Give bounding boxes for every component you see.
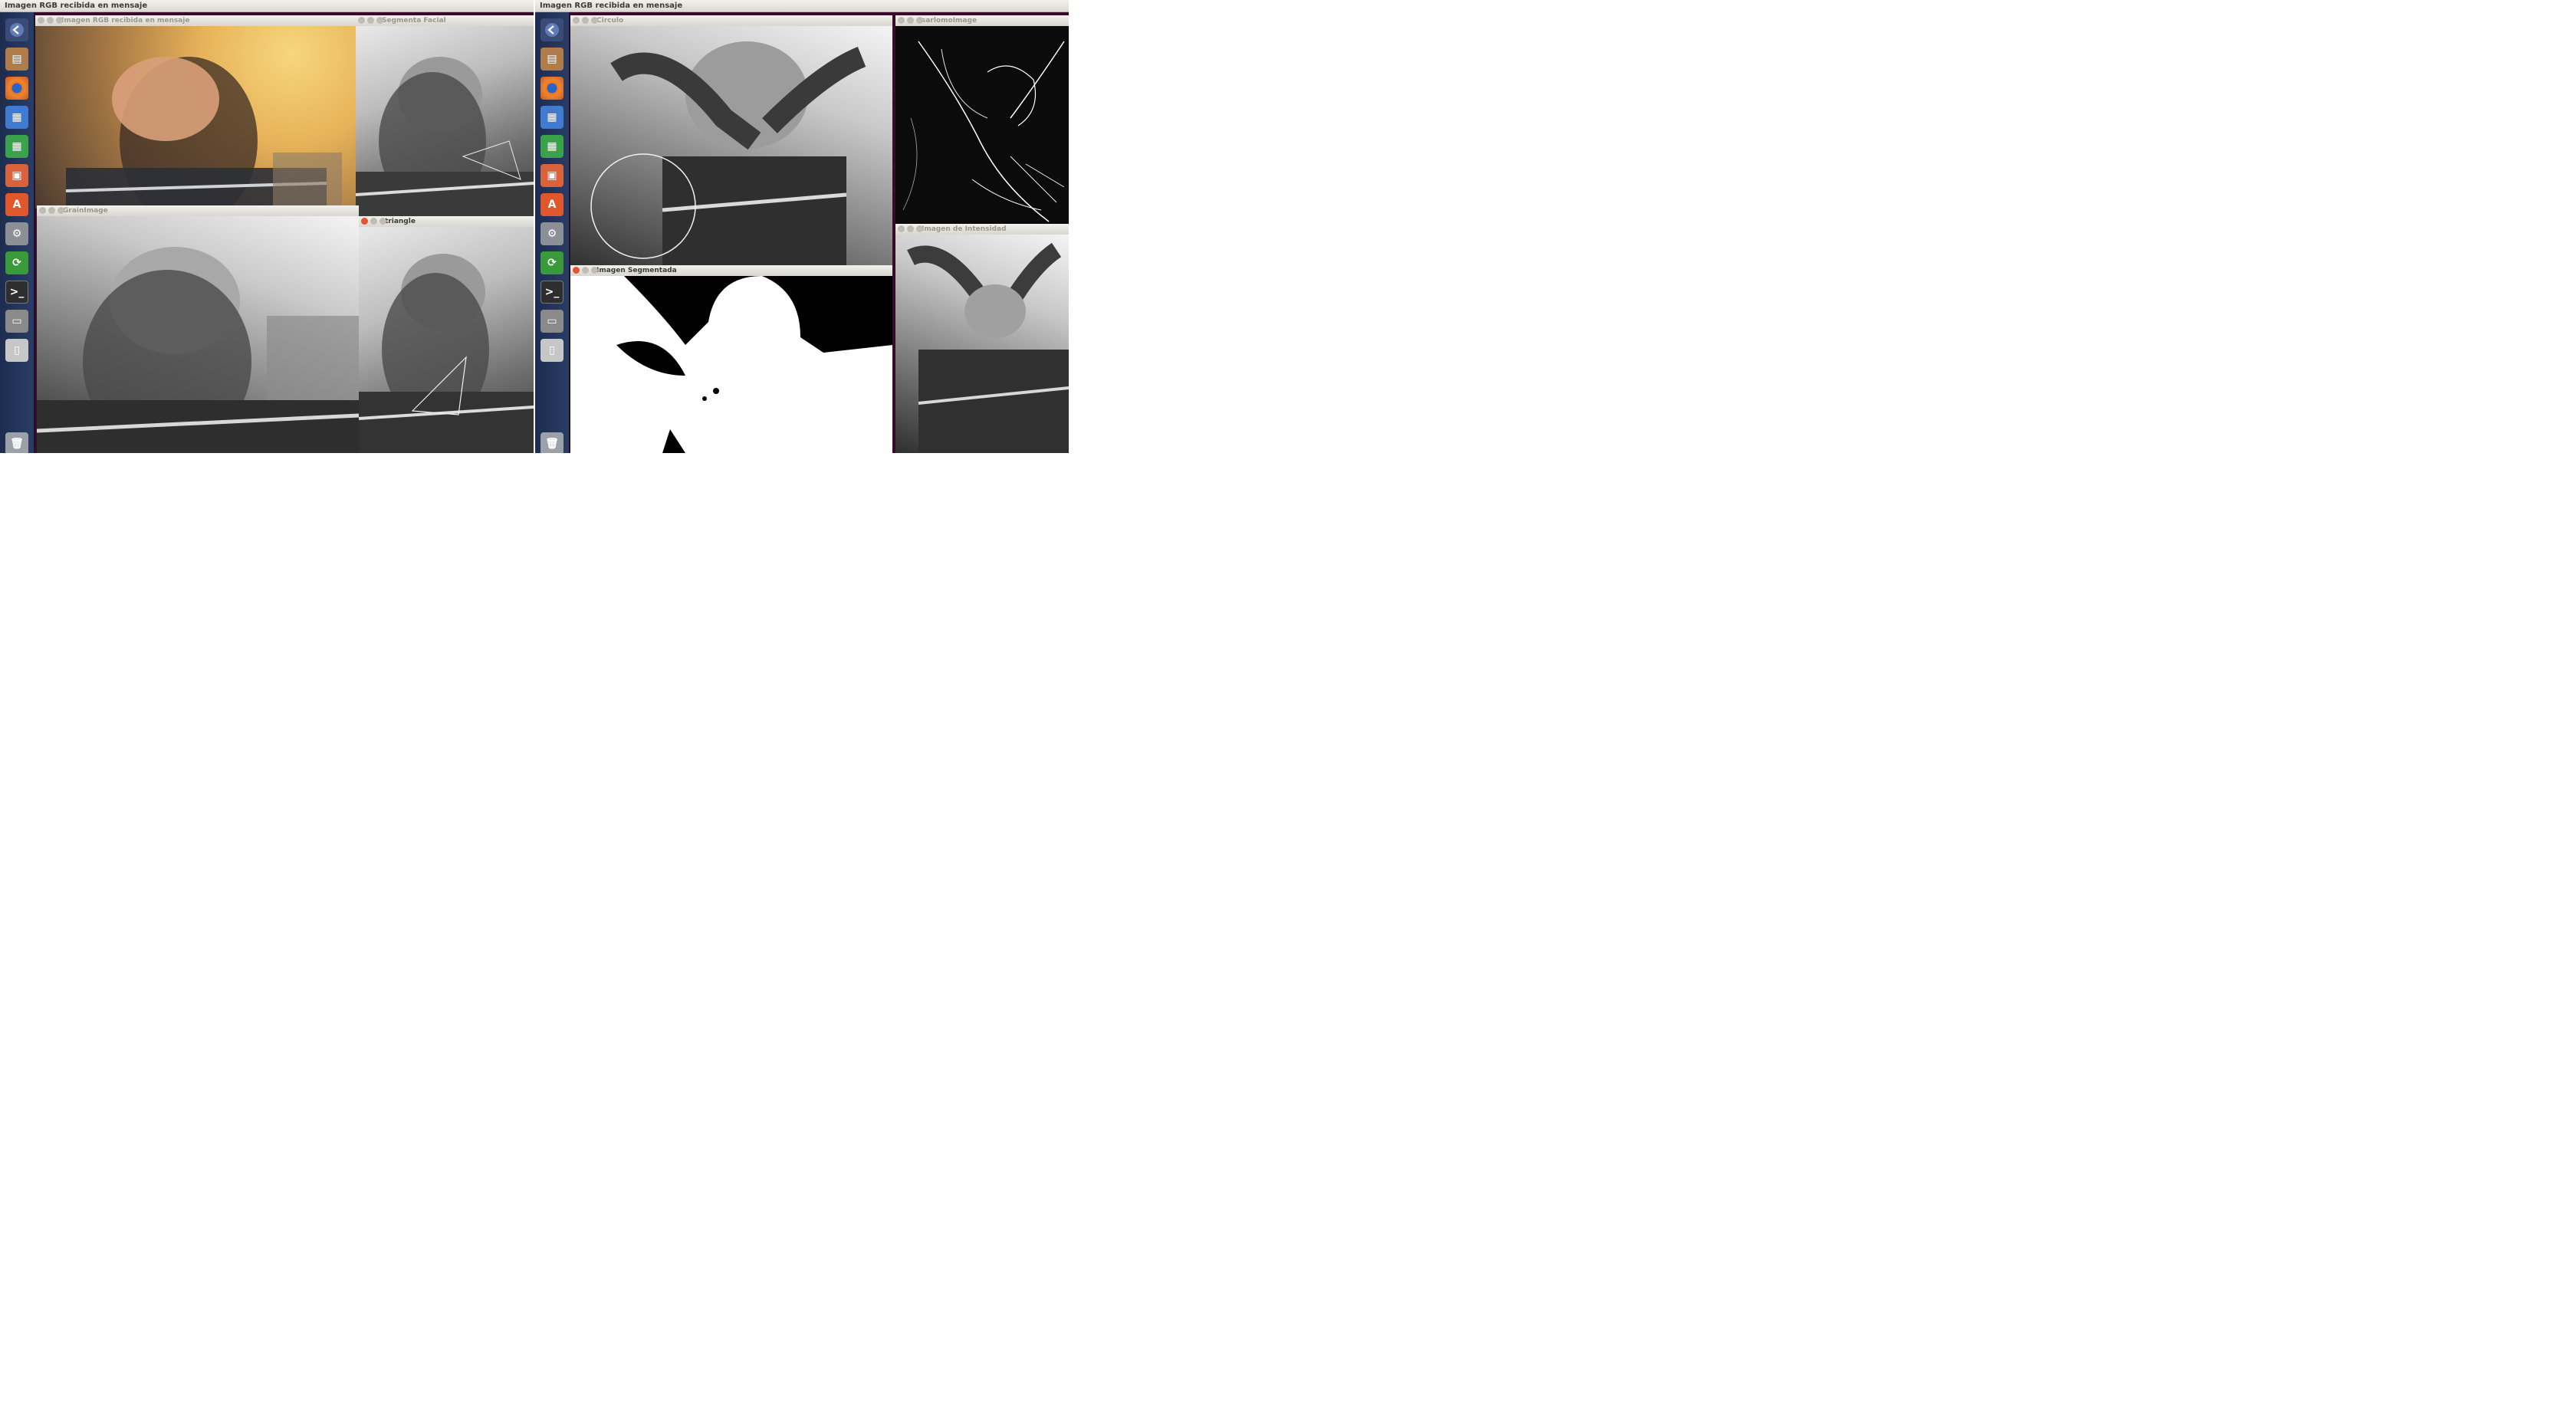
close-button[interactable] (898, 225, 905, 232)
maximize-button[interactable] (916, 225, 923, 232)
trash-icon[interactable]: 🗑 (540, 432, 564, 453)
back-icon[interactable] (540, 18, 564, 41)
window-title: Imagen de Intensidad (922, 225, 1007, 233)
window-segmentacion[interactable]: Segmenta Facial (356, 15, 534, 216)
window-title: Imagen Segmentada (596, 267, 677, 274)
close-button[interactable] (361, 218, 368, 225)
circle-detection-image (570, 26, 892, 268)
intensity-image (895, 235, 1069, 453)
unity-launcher: ▤ ▦ ▦ ▣ A ⚙ ⟳ >_ ▭ ▯ 🗑 (535, 12, 570, 453)
firefox-icon[interactable] (5, 77, 28, 100)
usb-icon[interactable]: ▯ (5, 339, 28, 362)
grayscale-image (37, 216, 359, 453)
terminal-icon[interactable]: >_ (5, 281, 28, 304)
close-button[interactable] (898, 17, 905, 24)
minimize-button[interactable] (907, 17, 914, 24)
minimize-button[interactable] (582, 17, 589, 24)
window-rgb[interactable]: Imagen RGB recibida en mensaje (35, 15, 356, 209)
impress-icon[interactable]: ▣ (540, 164, 564, 187)
window-circle[interactable]: Circulo (570, 15, 892, 268)
close-button[interactable] (573, 267, 580, 274)
settings-icon[interactable]: ⚙ (540, 222, 564, 245)
settings-icon[interactable]: ⚙ (5, 222, 28, 245)
maximize-button[interactable] (376, 17, 383, 24)
window-gray[interactable]: GrainImage (37, 205, 359, 453)
window-title: Segmenta Facial (382, 17, 446, 25)
files-icon[interactable]: ▤ (540, 48, 564, 71)
top-panel-title: Imagen RGB recibida en mensaje (0, 0, 534, 12)
desktop-screen-left: Imagen RGB recibida en mensaje ▤ ▦ ▦ ▣ A… (0, 0, 534, 453)
disk-icon[interactable]: ▭ (540, 310, 564, 333)
edges-image (895, 26, 1069, 227)
terminal-icon[interactable]: >_ (540, 281, 564, 304)
window-edges[interactable]: sarlomoImage (895, 15, 1069, 227)
calc-icon[interactable]: ▦ (540, 135, 564, 158)
software-center-icon[interactable]: A (540, 193, 564, 216)
maximize-button[interactable] (56, 17, 63, 24)
usb-icon[interactable]: ▯ (540, 339, 564, 362)
software-center-icon[interactable]: A (5, 193, 28, 216)
binary-segmentation-image (570, 276, 892, 453)
maximize-button[interactable] (591, 17, 598, 24)
minimize-button[interactable] (370, 218, 377, 225)
firefox-icon[interactable] (540, 77, 564, 100)
writer-icon[interactable]: ▦ (5, 106, 28, 129)
top-panel-title: Imagen RGB recibida en mensaje (535, 0, 1069, 12)
minimize-button[interactable] (47, 17, 54, 24)
close-button[interactable] (38, 17, 44, 24)
writer-icon[interactable]: ▦ (540, 106, 564, 129)
maximize-button[interactable] (591, 267, 598, 274)
close-button[interactable] (39, 207, 46, 214)
window-segmented[interactable]: Imagen Segmentada (570, 265, 892, 453)
minimize-button[interactable] (907, 225, 914, 232)
window-title: GrainImage (63, 207, 108, 215)
impress-icon[interactable]: ▣ (5, 164, 28, 187)
disk-icon[interactable]: ▭ (5, 310, 28, 333)
close-button[interactable] (573, 17, 580, 24)
files-icon[interactable]: ▤ (5, 48, 28, 71)
calc-icon[interactable]: ▦ (5, 135, 28, 158)
update-icon[interactable]: ⟳ (5, 251, 28, 274)
close-button[interactable] (358, 17, 365, 24)
update-icon[interactable]: ⟳ (540, 251, 564, 274)
window-title: triangle (385, 218, 416, 225)
window-title: Imagen RGB recibida en mensaje (61, 17, 190, 25)
maximize-button[interactable] (916, 17, 923, 24)
trash-icon[interactable]: 🗑 (5, 432, 28, 453)
segmented-face-image (356, 26, 534, 216)
camera-image (35, 26, 356, 209)
minimize-button[interactable] (367, 17, 374, 24)
back-icon[interactable] (5, 18, 28, 41)
unity-launcher: ▤ ▦ ▦ ▣ A ⚙ ⟳ >_ ▭ ▯ 🗑 (0, 12, 34, 453)
window-title: Circulo (596, 17, 624, 25)
minimize-button[interactable] (582, 267, 589, 274)
window-intensity[interactable]: Imagen de Intensidad (895, 224, 1069, 453)
maximize-button[interactable] (380, 218, 386, 225)
window-triangle[interactable]: triangle (359, 216, 534, 453)
maximize-button[interactable] (58, 207, 64, 214)
triangle-image (359, 227, 534, 453)
window-title: sarlomoImage (922, 17, 978, 25)
desktop-screen-right: Imagen RGB recibida en mensaje ▤ ▦ ▦ ▣ A… (535, 0, 1069, 453)
minimize-button[interactable] (48, 207, 55, 214)
